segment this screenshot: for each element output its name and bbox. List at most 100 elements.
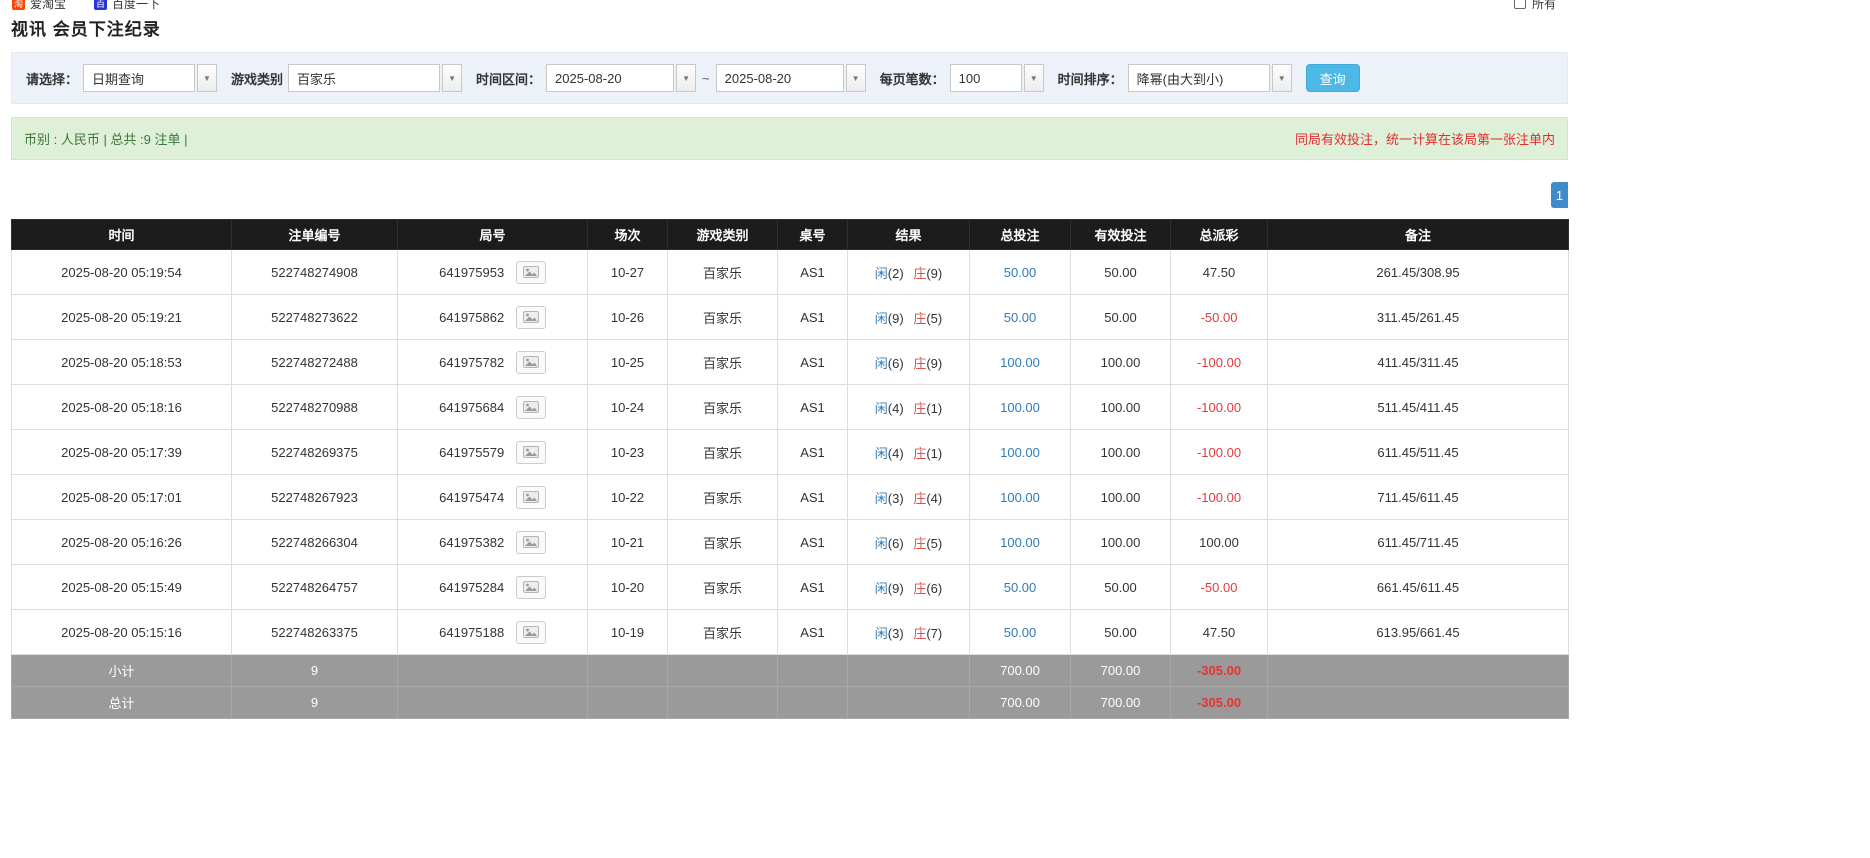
total-bet-link[interactable]: 50.00 — [1004, 625, 1037, 640]
cell-total-bet: 100.00 — [970, 340, 1071, 385]
round-id: 641975382 — [439, 535, 504, 550]
sort-order-value[interactable]: 降幂(由大到小) — [1128, 64, 1270, 92]
round-result-button[interactable] — [516, 486, 546, 509]
chevron-down-icon[interactable]: ▼ — [1272, 64, 1292, 92]
bet-record-row: 2025-08-20 05:16:26 522748266304 6419753… — [12, 520, 1569, 565]
round-result-button[interactable] — [516, 306, 546, 329]
cell-round: 641975474 — [398, 475, 588, 520]
search-button[interactable]: 查询 — [1306, 64, 1360, 92]
round-id: 641975188 — [439, 625, 504, 640]
cell-table-no: AS1 — [778, 475, 848, 520]
query-type-value[interactable]: 日期查询 — [83, 64, 195, 92]
cell-bet-id: 522748274908 — [232, 250, 398, 295]
game-type-select[interactable]: 百家乐 ▼ — [288, 64, 462, 92]
page-size-select[interactable]: 100 ▼ — [950, 64, 1044, 92]
player-result-score: (4) — [888, 446, 904, 461]
round-result-button[interactable] — [516, 576, 546, 599]
cell-table-no: AS1 — [778, 385, 848, 430]
cell-table-no: AS1 — [778, 520, 848, 565]
query-type-select[interactable]: 日期查询 ▼ — [83, 64, 217, 92]
cell-bet-id: 522748270988 — [232, 385, 398, 430]
banker-result-label: 庄 — [913, 536, 926, 551]
chevron-down-icon[interactable]: ▼ — [846, 64, 866, 92]
cell-total-bet: 100.00 — [970, 385, 1071, 430]
chevron-down-icon[interactable]: ▼ — [1024, 64, 1044, 92]
summary-bar: 币别 : 人民币 | 总共 :9 注单 | 同局有效投注，统一计算在该局第一张注… — [11, 117, 1568, 160]
bookmarks-bar: 淘 爱淘宝 百 百度一下 所有 — [0, 0, 1568, 12]
date-to-input[interactable]: 2025-08-20 ▼ — [716, 64, 866, 92]
cell-round: 641975782 — [398, 340, 588, 385]
round-result-button[interactable] — [516, 351, 546, 374]
round-result-button[interactable] — [516, 441, 546, 464]
round-result-button[interactable] — [516, 396, 546, 419]
cell-payout: 100.00 — [1171, 520, 1268, 565]
round-result-button[interactable] — [516, 261, 546, 284]
total-bet-link[interactable]: 100.00 — [1000, 355, 1040, 370]
banker-result-label: 庄 — [913, 401, 926, 416]
taobao-icon: 淘 — [12, 0, 25, 10]
cell-session: 10-24 — [588, 385, 668, 430]
round-result-button[interactable] — [516, 531, 546, 554]
cell-session: 10-19 — [588, 610, 668, 655]
cell-remark: 711.45/611.45 — [1268, 475, 1569, 520]
cell-payout: -100.00 — [1171, 475, 1268, 520]
bookmark-label: 爱淘宝 — [30, 0, 66, 12]
date-separator: ~ — [702, 71, 710, 86]
footer-empty-cell — [588, 655, 668, 687]
bookmark-label: 百度一下 — [112, 0, 160, 12]
bet-records-table: 时间 注单编号 局号 场次 游戏类别 桌号 结果 总投注 有效投注 总派彩 备注… — [11, 219, 1569, 719]
round-id: 641975782 — [439, 355, 504, 370]
page-title: 视讯 会员下注纪录 — [11, 15, 1568, 40]
cell-remark: 611.45/711.45 — [1268, 520, 1569, 565]
sort-order-select[interactable]: 降幂(由大到小) ▼ — [1128, 64, 1292, 92]
page-1-button[interactable]: 1 — [1551, 182, 1568, 208]
cell-remark: 613.95/661.45 — [1268, 610, 1569, 655]
cell-session: 10-25 — [588, 340, 668, 385]
cell-bet-id: 522748273622 — [232, 295, 398, 340]
chevron-down-icon[interactable]: ▼ — [676, 64, 696, 92]
round-result-button[interactable] — [516, 621, 546, 644]
cell-valid-bet: 100.00 — [1071, 520, 1171, 565]
banker-result-label: 庄 — [913, 356, 926, 371]
date-from-input[interactable]: 2025-08-20 ▼ — [546, 64, 696, 92]
cell-game-type: 百家乐 — [668, 430, 778, 475]
total-bet-link[interactable]: 100.00 — [1000, 445, 1040, 460]
result-image-icon — [523, 401, 539, 413]
cell-time: 2025-08-20 05:18:16 — [12, 385, 232, 430]
bookmark-aitaobao[interactable]: 淘 爱淘宝 — [12, 0, 66, 12]
chevron-down-icon[interactable]: ▼ — [442, 64, 462, 92]
query-type-label: 请选择： — [26, 69, 78, 88]
cell-game-type: 百家乐 — [668, 475, 778, 520]
page-size-value[interactable]: 100 — [950, 64, 1022, 92]
cell-bet-id: 522748272488 — [232, 340, 398, 385]
total-bet-link[interactable]: 50.00 — [1004, 265, 1037, 280]
total-bet-link[interactable]: 50.00 — [1004, 580, 1037, 595]
date-to-value[interactable]: 2025-08-20 — [716, 64, 844, 92]
all-bookmarks-icon[interactable] — [1514, 0, 1526, 9]
bookmark-baidu[interactable]: 百 百度一下 — [94, 0, 160, 12]
total-bet-link[interactable]: 100.00 — [1000, 490, 1040, 505]
chevron-down-icon[interactable]: ▼ — [197, 64, 217, 92]
player-result-label: 闲 — [875, 626, 888, 641]
cell-round: 641975862 — [398, 295, 588, 340]
date-from-value[interactable]: 2025-08-20 — [546, 64, 674, 92]
total-bet-link[interactable]: 100.00 — [1000, 535, 1040, 550]
total-bet-link[interactable]: 50.00 — [1004, 310, 1037, 325]
payout-value: -50.00 — [1201, 310, 1238, 325]
player-result-score: (4) — [888, 401, 904, 416]
cell-round: 641975684 — [398, 385, 588, 430]
cell-table-no: AS1 — [778, 610, 848, 655]
cell-valid-bet: 50.00 — [1071, 565, 1171, 610]
all-bookmarks-label[interactable]: 所有 — [1532, 0, 1556, 12]
result-image-icon — [523, 266, 539, 278]
total-bet-link[interactable]: 100.00 — [1000, 400, 1040, 415]
cell-round: 641975188 — [398, 610, 588, 655]
result-image-icon — [523, 446, 539, 458]
result-image-icon — [523, 491, 539, 503]
cell-round: 641975579 — [398, 430, 588, 475]
game-type-value[interactable]: 百家乐 — [288, 64, 440, 92]
header-payout: 总派彩 — [1171, 220, 1268, 250]
player-result-label: 闲 — [875, 266, 888, 281]
subtotal-label: 小计 — [12, 655, 232, 687]
total-payout: -305.00 — [1171, 687, 1268, 719]
